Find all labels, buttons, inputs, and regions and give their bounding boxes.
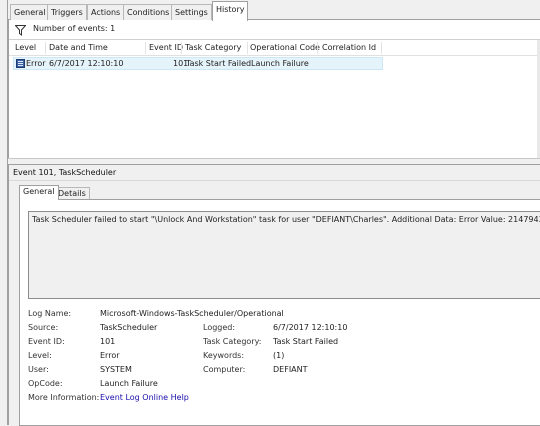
column-date-time[interactable]: Date and Time <box>49 43 108 52</box>
computer-value: DEFIANT <box>273 365 308 374</box>
filter-icon[interactable] <box>15 25 26 36</box>
column-separator[interactable] <box>247 42 248 54</box>
history-panel: Number of events: 1 Level Date and Time … <box>8 20 540 178</box>
column-separator[interactable] <box>381 42 382 54</box>
user-label: User: <box>28 365 49 374</box>
event-detail-panel: Event 101, TaskScheduler General Details… <box>8 164 540 426</box>
event-message-box[interactable]: Task Scheduler failed to start "\Unlock … <box>28 211 540 299</box>
tab-triggers[interactable]: Triggers <box>47 4 87 20</box>
computer-label: Computer: <box>203 365 246 374</box>
column-level[interactable]: Level <box>15 43 36 52</box>
task-category-value: Task Start Failed <box>273 337 339 346</box>
event-log-online-help-link[interactable]: Event Log Online Help <box>100 393 189 402</box>
event-detail-title: Event 101, TaskScheduler <box>13 168 117 177</box>
keywords-label: Keywords: <box>203 351 245 360</box>
column-event-id[interactable]: Event ID <box>149 43 183 52</box>
opcode-value: Launch Failure <box>100 379 158 388</box>
source-value: TaskScheduler <box>100 323 158 332</box>
source-label: Source: <box>28 323 59 332</box>
event-id-value: 101 <box>100 337 116 346</box>
level-label: Level: <box>28 351 52 360</box>
tab-general[interactable]: General <box>10 4 50 20</box>
column-header-row: Level Date and Time Event ID Task Catego… <box>9 40 540 56</box>
row-datetime: 6/7/2017 12:10:10 <box>49 59 124 68</box>
error-icon <box>16 59 25 68</box>
column-separator[interactable] <box>145 42 146 54</box>
detail-general-panel: Task Scheduler failed to start "\Unlock … <box>19 199 540 426</box>
divider <box>9 180 540 181</box>
events-count-label: Number of events: 1 <box>33 24 116 33</box>
tab-settings[interactable]: Settings <box>171 4 212 20</box>
logged-value: 6/7/2017 12:10:10 <box>273 323 348 332</box>
user-value: SYSTEM <box>100 365 132 374</box>
row-task-category: Task Start Failed <box>186 59 252 68</box>
row-operational-code: Launch Failure <box>251 59 309 68</box>
tab-conditions[interactable]: Conditions <box>123 4 174 20</box>
table-row[interactable]: Error 6/7/2017 12:10:10 101 Task Start F… <box>13 57 383 70</box>
column-correlation-id[interactable]: Correlation Id <box>322 43 376 52</box>
level-value: Error <box>100 351 120 360</box>
tab-actions[interactable]: Actions <box>87 4 125 20</box>
detail-tab-details[interactable]: Details <box>54 187 90 199</box>
opcode-label: OpCode: <box>28 379 63 388</box>
column-operational-code[interactable]: Operational Code <box>250 43 320 52</box>
filter-row: Number of events: 1 <box>9 20 540 40</box>
tab-history[interactable]: History <box>212 1 249 21</box>
log-name-label: Log Name: <box>28 309 72 318</box>
event-message: Task Scheduler failed to start "\Unlock … <box>32 215 540 224</box>
event-id-label: Event ID: <box>28 337 65 346</box>
row-level: Error <box>26 59 46 68</box>
detail-tab-general[interactable]: General <box>19 185 59 200</box>
column-task-category[interactable]: Task Category <box>185 43 241 52</box>
window-left-frame <box>0 0 8 425</box>
column-separator[interactable] <box>45 42 46 54</box>
column-separator[interactable] <box>181 42 182 54</box>
keywords-value: (1) <box>273 351 285 360</box>
task-category-label: Task Category: <box>203 337 262 346</box>
logged-label: Logged: <box>203 323 236 332</box>
more-information-label: More Information: <box>28 393 100 402</box>
column-separator[interactable] <box>317 42 318 54</box>
tab-bar: General Triggers Actions Conditions Sett… <box>8 0 540 21</box>
log-name-value: Microsoft-Windows-TaskScheduler/Operatio… <box>100 309 284 318</box>
